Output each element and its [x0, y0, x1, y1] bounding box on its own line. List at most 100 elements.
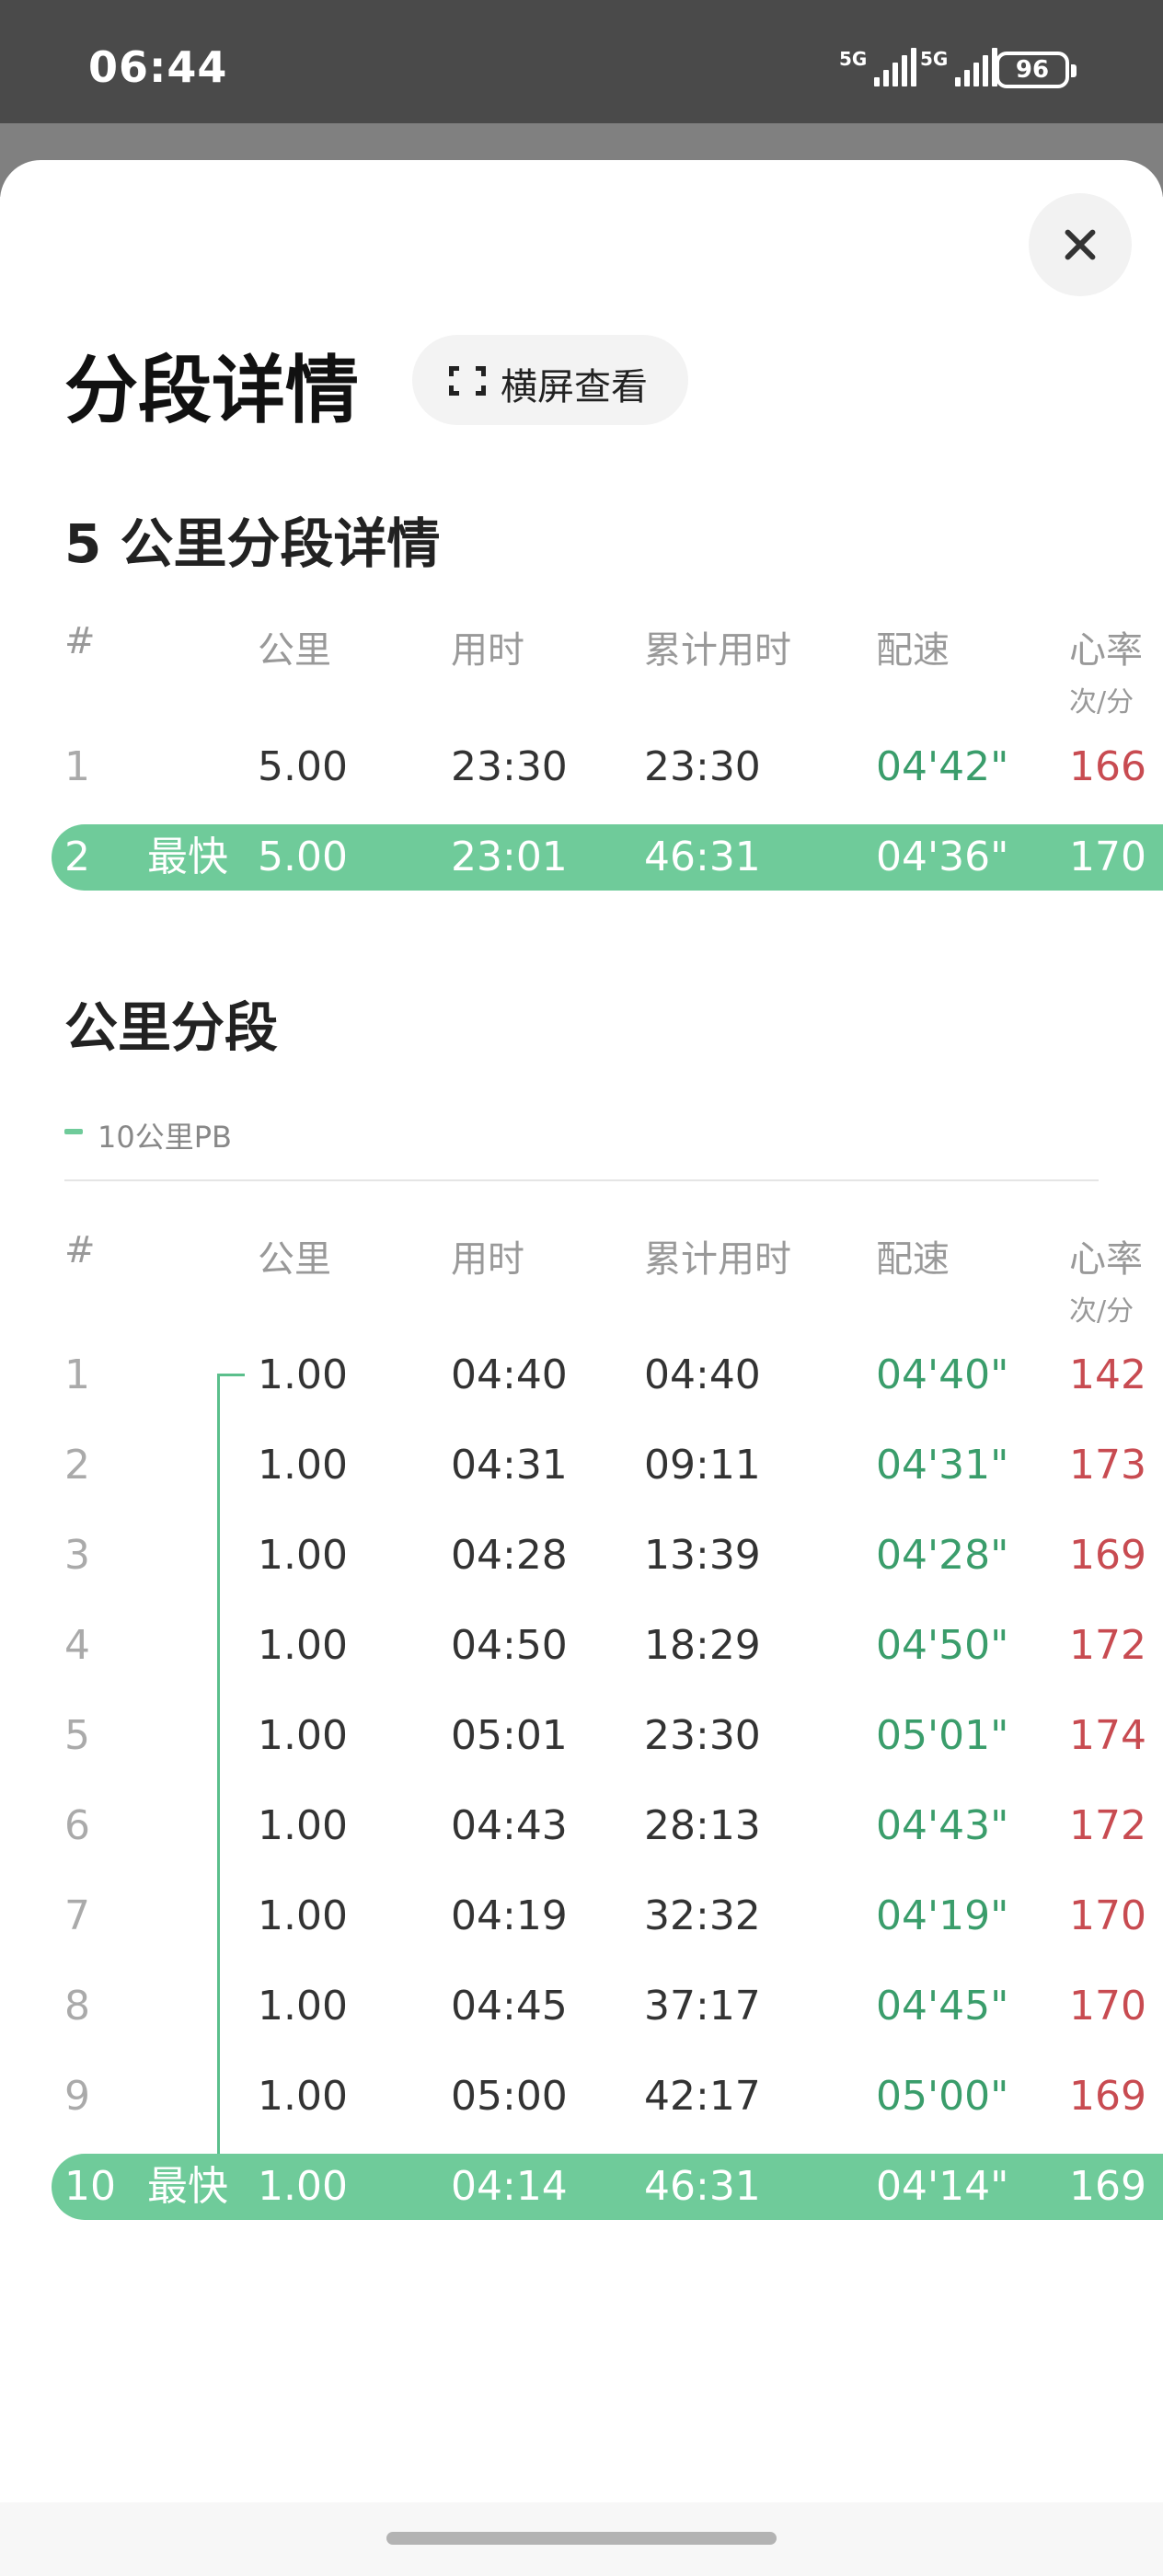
- col-hr-header: 心率: [1069, 629, 1143, 672]
- cell-pace: 04'36": [876, 834, 1009, 880]
- cell-cumulative: 04:40: [644, 1351, 761, 1398]
- col-hr-unit: 次/分: [1069, 1295, 1134, 1328]
- cell-index: 9: [64, 2073, 90, 2120]
- cell-km: 1.00: [258, 2073, 348, 2120]
- cell-index: 2: [64, 1442, 90, 1489]
- signal-5g-secondary-icon: 5G: [920, 48, 998, 86]
- cell-km: 5.00: [258, 743, 348, 790]
- cell-km: 1.00: [258, 2163, 348, 2210]
- cell-index: 1: [64, 1351, 90, 1398]
- cell-hr: 170: [1069, 834, 1146, 880]
- cell-time: 04:40: [451, 1351, 568, 1398]
- cell-pace: 04'50": [876, 1622, 1009, 1669]
- cell-hr: 170: [1069, 1983, 1146, 2030]
- cell-pace: 04'14": [876, 2163, 1009, 2210]
- col-time-header: 用时: [451, 1238, 524, 1281]
- col-km-header: 公里: [258, 629, 331, 672]
- pb-bracket-start: [217, 1374, 245, 1376]
- cell-pace: 04'28": [876, 1532, 1009, 1579]
- cell-index: 1: [64, 743, 90, 790]
- fastest-badge: 最快: [147, 2163, 228, 2210]
- col-cumulative-header: 累计用时: [644, 1238, 791, 1281]
- cell-cumulative: 37:17: [644, 1983, 761, 2030]
- col-cumulative-header: 累计用时: [644, 629, 791, 672]
- cell-cumulative: 18:29: [644, 1622, 761, 1669]
- cell-km: 1.00: [258, 1802, 348, 1849]
- col-index-header: #: [64, 1229, 96, 1271]
- cell-index: 2: [64, 834, 90, 880]
- col-km-header: 公里: [258, 1238, 331, 1281]
- pb-bracket-line: [217, 1374, 220, 2189]
- cell-km: 5.00: [258, 834, 348, 880]
- col-time-header: 用时: [451, 629, 524, 672]
- fastest-badge: 最快: [147, 834, 228, 880]
- cell-km: 1.00: [258, 1712, 348, 1759]
- cell-pace: 04'19": [876, 1892, 1009, 1939]
- cell-time: 04:19: [451, 1892, 568, 1939]
- cell-hr: 169: [1069, 2163, 1146, 2210]
- col-hr-unit: 次/分: [1069, 686, 1134, 719]
- cell-pace: 05'01": [876, 1712, 1009, 1759]
- cell-cumulative: 42:17: [644, 2073, 761, 2120]
- close-button[interactable]: [1029, 193, 1132, 296]
- page-title: 分段详情: [64, 348, 359, 433]
- cell-cumulative: 23:30: [644, 1712, 761, 1759]
- pb-legend-label: 10公里PB: [98, 1120, 232, 1155]
- cell-cumulative: 23:30: [644, 743, 761, 790]
- cell-index: 8: [64, 1983, 90, 2030]
- landscape-view-label: 横屏查看: [501, 366, 648, 408]
- cell-hr: 169: [1069, 1532, 1146, 1579]
- cell-km: 1.00: [258, 1442, 348, 1489]
- cell-index: 4: [64, 1622, 90, 1669]
- cell-km: 1.00: [258, 1351, 348, 1398]
- cell-time: 04:50: [451, 1622, 568, 1669]
- cell-index: 6: [64, 1802, 90, 1849]
- divider: [64, 1179, 1099, 1181]
- cell-hr: 170: [1069, 1892, 1146, 1939]
- cell-time: 04:31: [451, 1442, 568, 1489]
- cell-hr: 142: [1069, 1351, 1146, 1398]
- cell-hr: 173: [1069, 1442, 1146, 1489]
- cell-index: 5: [64, 1712, 90, 1759]
- landscape-view-button[interactable]: 横屏查看: [412, 335, 688, 425]
- cell-time: 05:00: [451, 2073, 568, 2120]
- cell-pace: 04'43": [876, 1802, 1009, 1849]
- cell-hr: 166: [1069, 743, 1146, 790]
- col-hr-header: 心率: [1069, 1238, 1143, 1281]
- cell-time: 23:30: [451, 743, 568, 790]
- cell-hr: 169: [1069, 2073, 1146, 2120]
- cell-time: 04:28: [451, 1532, 568, 1579]
- cell-km: 1.00: [258, 1532, 348, 1579]
- cell-time: 05:01: [451, 1712, 568, 1759]
- cell-pace: 04'42": [876, 743, 1009, 790]
- five-km-section-title: 5 公里分段详情: [64, 512, 441, 575]
- cell-hr: 174: [1069, 1712, 1146, 1759]
- cell-hr: 172: [1069, 1802, 1146, 1849]
- cell-cumulative: 46:31: [644, 834, 761, 880]
- km-splits-section-title: 公里分段: [64, 996, 279, 1059]
- col-pace-header: 配速: [876, 1238, 950, 1281]
- pb-legend-marker: [64, 1129, 83, 1134]
- cell-cumulative: 46:31: [644, 2163, 761, 2210]
- cell-pace: 05'00": [876, 2073, 1009, 2120]
- cell-hr: 172: [1069, 1622, 1146, 1669]
- home-indicator[interactable]: [386, 2532, 777, 2545]
- cell-time: 04:45: [451, 1983, 568, 2030]
- battery-icon: 96: [996, 52, 1077, 88]
- cell-time: 04:43: [451, 1802, 568, 1849]
- col-pace-header: 配速: [876, 629, 950, 672]
- cell-index: 7: [64, 1892, 90, 1939]
- cell-km: 1.00: [258, 1892, 348, 1939]
- cell-pace: 04'40": [876, 1351, 1009, 1398]
- cell-cumulative: 32:32: [644, 1892, 761, 1939]
- col-index-header: #: [64, 620, 96, 662]
- cell-time: 04:14: [451, 2163, 568, 2210]
- fullscreen-icon: [449, 366, 486, 396]
- cell-pace: 04'45": [876, 1983, 1009, 2030]
- cell-index: 3: [64, 1532, 90, 1579]
- cell-cumulative: 13:39: [644, 1532, 761, 1579]
- cell-cumulative: 28:13: [644, 1802, 761, 1849]
- cell-cumulative: 09:11: [644, 1442, 761, 1489]
- status-bar: 06:44 5G 5G 96: [0, 0, 1163, 123]
- status-time: 06:44: [88, 42, 228, 92]
